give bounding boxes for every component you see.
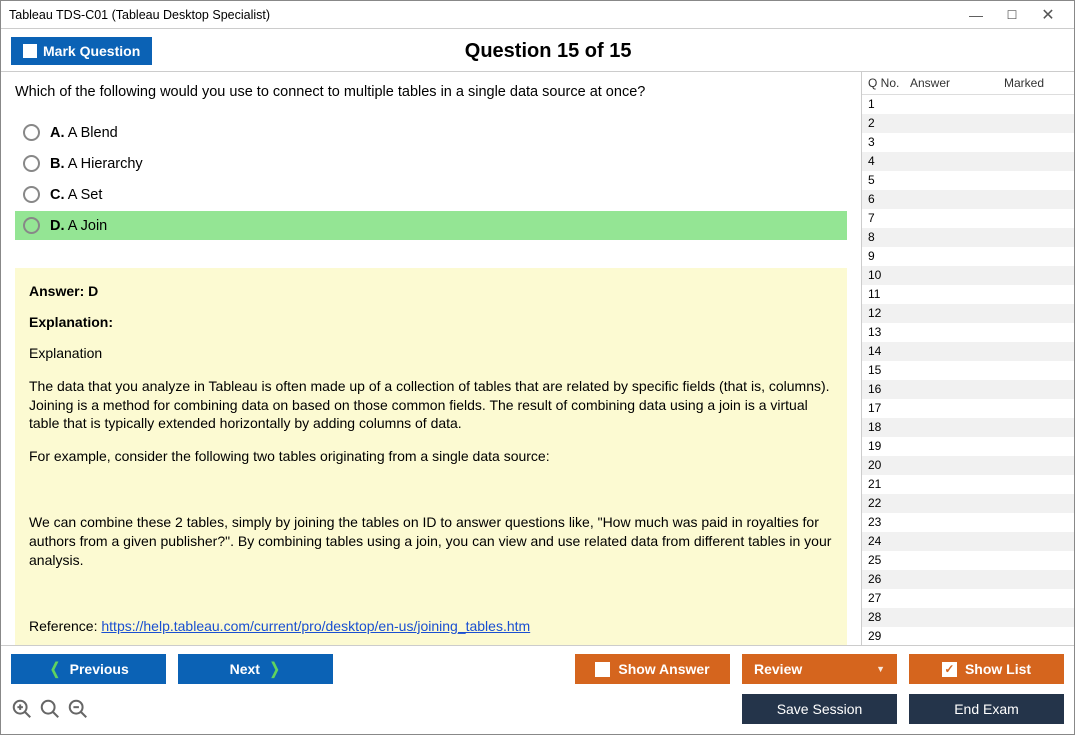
reference-link[interactable]: https://help.tableau.com/current/pro/des… <box>101 618 530 634</box>
question-counter: Question 15 of 15 <box>32 40 1064 63</box>
main-column: Which of the following would you use to … <box>1 72 862 645</box>
zoom-controls <box>11 698 89 720</box>
question-row[interactable]: 25 <box>862 551 1074 570</box>
option-c[interactable]: C. A Set <box>15 180 847 209</box>
question-row[interactable]: 26 <box>862 570 1074 589</box>
question-row[interactable]: 23 <box>862 513 1074 532</box>
review-label: Review <box>754 661 802 677</box>
chevron-right-icon: ❭ <box>268 659 281 679</box>
question-row[interactable]: 13 <box>862 323 1074 342</box>
reference-prefix: Reference: <box>29 618 101 634</box>
end-exam-label: End Exam <box>954 701 1019 717</box>
previous-label: Previous <box>70 661 129 677</box>
show-answer-label: Show Answer <box>618 661 709 677</box>
minimize-button[interactable]: — <box>958 3 994 27</box>
zoom-reset-icon[interactable] <box>39 698 61 720</box>
question-row[interactable]: 20 <box>862 456 1074 475</box>
save-session-button[interactable]: Save Session <box>742 694 897 724</box>
next-label: Next <box>230 661 260 677</box>
col-qno: Q No. <box>868 76 910 90</box>
titlebar: Tableau TDS-C01 (Tableau Desktop Special… <box>1 1 1074 29</box>
col-answer: Answer <box>910 76 970 90</box>
question-list-header: Q No. Answer Marked <box>862 72 1074 95</box>
explanation-p2: For example, consider the following two … <box>29 447 833 466</box>
question-row[interactable]: 12 <box>862 304 1074 323</box>
question-row[interactable]: 15 <box>862 361 1074 380</box>
radio-icon <box>23 155 40 172</box>
explanation-p1: The data that you analyze in Tableau is … <box>29 377 833 434</box>
chevron-down-icon: ▼ <box>876 664 885 674</box>
question-row[interactable]: 9 <box>862 247 1074 266</box>
option-b[interactable]: B. A Hierarchy <box>15 149 847 178</box>
question-row[interactable]: 18 <box>862 418 1074 437</box>
option-label: A. A Blend <box>50 125 118 141</box>
next-button[interactable]: Next ❭ <box>178 654 333 684</box>
question-row[interactable]: 28 <box>862 608 1074 627</box>
radio-icon <box>23 186 40 203</box>
question-row[interactable]: 1 <box>862 95 1074 114</box>
question-row[interactable]: 17 <box>862 399 1074 418</box>
question-text: Which of the following would you use to … <box>15 84 847 100</box>
explanation-label: Explanation: <box>29 313 833 332</box>
show-list-label: Show List <box>965 661 1031 677</box>
question-row[interactable]: 7 <box>862 209 1074 228</box>
save-session-label: Save Session <box>777 701 863 717</box>
close-button[interactable]: ✕ <box>1030 3 1066 27</box>
app-window: Tableau TDS-C01 (Tableau Desktop Special… <box>0 0 1075 735</box>
option-d[interactable]: D. A Join <box>15 211 847 240</box>
checkbox-icon <box>595 662 610 677</box>
option-label: D. A Join <box>50 218 107 234</box>
question-row[interactable]: 3 <box>862 133 1074 152</box>
question-row[interactable]: 16 <box>862 380 1074 399</box>
question-row[interactable]: 27 <box>862 589 1074 608</box>
radio-icon <box>23 124 40 141</box>
question-row[interactable]: 2 <box>862 114 1074 133</box>
question-row[interactable]: 19 <box>862 437 1074 456</box>
question-row[interactable]: 6 <box>862 190 1074 209</box>
footer: ❬ Previous Next ❭ Show Answer Review ▼ ✓… <box>1 645 1074 734</box>
body: Which of the following would you use to … <box>1 72 1074 645</box>
question-row[interactable]: 24 <box>862 532 1074 551</box>
answer-panel: Answer: D Explanation: Explanation The d… <box>15 268 847 645</box>
question-list[interactable]: 1234567891011121314151617181920212223242… <box>862 95 1074 645</box>
reference-line: Reference: https://help.tableau.com/curr… <box>29 617 833 636</box>
show-list-button[interactable]: ✓ Show List <box>909 654 1064 684</box>
end-exam-button[interactable]: End Exam <box>909 694 1064 724</box>
radio-icon <box>23 217 40 234</box>
answer-line: Answer: D <box>29 282 833 301</box>
explanation-lead: Explanation <box>29 344 833 363</box>
question-row[interactable]: 5 <box>862 171 1074 190</box>
question-row[interactable]: 8 <box>862 228 1074 247</box>
question-row[interactable]: 11 <box>862 285 1074 304</box>
previous-button[interactable]: ❬ Previous <box>11 654 166 684</box>
col-marked: Marked <box>970 76 1068 90</box>
main-scroll-area[interactable]: Which of the following would you use to … <box>1 72 861 645</box>
maximize-button[interactable]: ☐ <box>994 3 1030 27</box>
chevron-left-icon: ❬ <box>48 659 61 679</box>
question-row[interactable]: 22 <box>862 494 1074 513</box>
question-row[interactable]: 29 <box>862 627 1074 645</box>
question-row[interactable]: 14 <box>862 342 1074 361</box>
option-label: B. A Hierarchy <box>50 156 143 172</box>
review-dropdown[interactable]: Review ▼ <box>742 654 897 684</box>
show-answer-button[interactable]: Show Answer <box>575 654 730 684</box>
option-label: C. A Set <box>50 187 102 203</box>
zoom-out-icon[interactable] <box>67 698 89 720</box>
header-bar: Mark Question Question 15 of 15 <box>1 29 1074 72</box>
zoom-in-icon[interactable] <box>11 698 33 720</box>
checkbox-checked-icon: ✓ <box>942 662 957 677</box>
question-list-panel: Q No. Answer Marked 12345678910111213141… <box>862 72 1074 645</box>
options-list: A. A Blend B. A Hierarchy C. A Set D. A Joi… <box>15 118 847 240</box>
question-row[interactable]: 10 <box>862 266 1074 285</box>
option-a[interactable]: A. A Blend <box>15 118 847 147</box>
window-title: Tableau TDS-C01 (Tableau Desktop Special… <box>9 8 958 22</box>
explanation-p3: We can combine these 2 tables, simply by… <box>29 513 833 570</box>
question-row[interactable]: 21 <box>862 475 1074 494</box>
question-row[interactable]: 4 <box>862 152 1074 171</box>
